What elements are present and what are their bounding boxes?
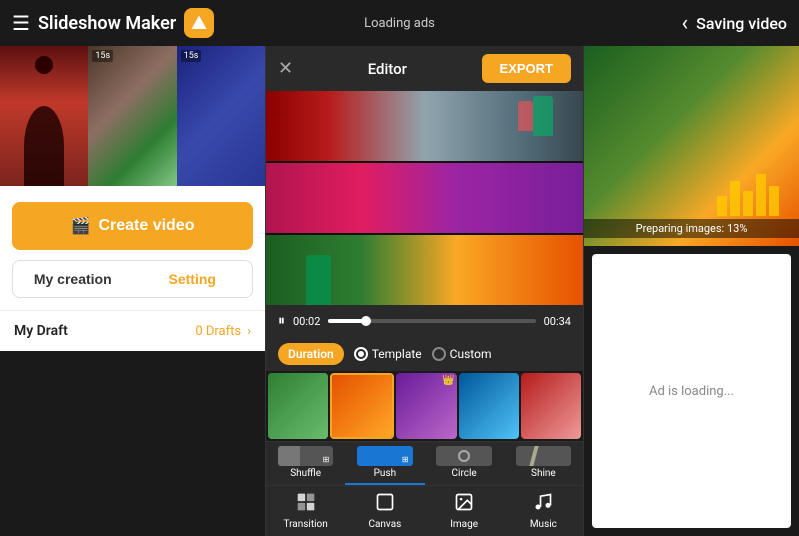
saving-title-text: Saving video: [696, 14, 787, 33]
top-bar-center: Loading ads: [270, 16, 528, 31]
my-draft-label: My Draft: [14, 323, 68, 339]
circle-preview: [436, 446, 491, 466]
image-toolbar-item[interactable]: Image: [425, 486, 504, 536]
bar-chart: [717, 174, 779, 216]
create-video-button[interactable]: 🎬 Create video: [12, 202, 253, 250]
crown-icon: 👑: [442, 375, 454, 386]
app-logo: [184, 8, 214, 38]
canvas-toolbar-item[interactable]: Canvas: [345, 486, 424, 536]
preparing-text: Preparing images: 13%: [584, 219, 799, 238]
strip-thumb-4[interactable]: [459, 373, 519, 439]
ad-container: Ad is loading...: [592, 254, 791, 528]
template-option[interactable]: Template: [354, 347, 422, 361]
image-icon: [454, 492, 474, 517]
ad-loading-text: Ad is loading...: [649, 384, 734, 399]
transition-shine[interactable]: Shine: [504, 442, 583, 485]
draft-row: My Draft 0 Drafts ›: [0, 310, 265, 351]
music-toolbar-item[interactable]: Music: [504, 486, 583, 536]
canvas-toolbar-label: Canvas: [368, 519, 401, 530]
transition-toolbar-item[interactable]: Transition: [266, 486, 345, 536]
chevron-right-icon: ›: [247, 324, 251, 339]
tab-row: My creation Setting: [12, 260, 253, 298]
progress-track[interactable]: [328, 319, 535, 323]
center-panel: ✕ Editor EXPORT: [265, 46, 584, 536]
bottom-toolbar: Transition Canvas Image: [266, 485, 583, 536]
time-total: 00:34: [544, 315, 571, 328]
frame-1: [266, 91, 583, 161]
thumbnail-strip: 👑: [266, 371, 583, 441]
back-arrow-icon[interactable]: ‹: [682, 11, 689, 36]
music-icon: [533, 492, 553, 517]
bar-4: [756, 174, 766, 216]
bar-1: [717, 196, 727, 216]
custom-label: Custom: [450, 347, 492, 361]
main-content: 15s 15s 🎬 Create video My creation Setti…: [0, 46, 799, 536]
app-title: Slideshow Maker: [38, 13, 176, 34]
circle-label: Circle: [452, 468, 477, 479]
create-video-label: Create video: [98, 217, 194, 235]
thumb-2-label: 15s: [92, 50, 113, 62]
editor-header: ✕ Editor EXPORT: [266, 46, 583, 91]
strip-thumb-1[interactable]: [268, 373, 328, 439]
close-button[interactable]: ✕: [278, 58, 293, 79]
my-creation-tab[interactable]: My creation: [13, 261, 133, 297]
music-toolbar-label: Music: [530, 519, 557, 530]
thumbnail-3: 15s: [177, 46, 265, 186]
hamburger-icon[interactable]: ☰: [12, 11, 30, 35]
strip-thumb-3[interactable]: 👑: [396, 373, 456, 439]
strip-thumb-2[interactable]: [330, 373, 394, 439]
bar-3: [743, 191, 753, 216]
transition-toolbar-label: Transition: [283, 519, 327, 530]
shuffle-label: Shuffle: [290, 468, 321, 479]
transition-icon: [296, 492, 316, 517]
transition-types-row: ⊞ Shuffle ⊞ Push Circle Shine: [266, 441, 583, 485]
action-buttons: 🎬 Create video My creation Setting: [0, 186, 265, 310]
right-panel: Preparing images: 13% Ad is loading...: [584, 46, 799, 536]
template-label: Template: [372, 347, 422, 361]
transition-circle[interactable]: Circle: [425, 442, 504, 485]
thumbnail-1: [0, 46, 88, 186]
shine-label: Shine: [531, 468, 556, 479]
time-current: 00:02: [293, 315, 320, 328]
thumbnail-2: 15s: [88, 46, 176, 186]
draft-count[interactable]: 0 Drafts ›: [195, 324, 251, 339]
export-button[interactable]: EXPORT: [482, 54, 571, 83]
duration-badge[interactable]: Duration: [278, 343, 344, 365]
progress-thumb: [361, 316, 371, 326]
film-icon: 🎬: [71, 216, 91, 236]
top-bar-right: ‹ Saving video: [529, 11, 787, 36]
save-thumbnail: Preparing images: 13%: [584, 46, 799, 246]
bar-5: [769, 186, 779, 216]
shuffle-preview: ⊞: [278, 446, 333, 466]
loading-ads-text: Loading ads: [364, 16, 435, 31]
left-panel: 15s 15s 🎬 Create video My creation Setti…: [0, 46, 265, 536]
transition-shuffle[interactable]: ⊞ Shuffle: [266, 442, 345, 485]
video-frames: [266, 91, 583, 305]
image-toolbar-label: Image: [450, 519, 478, 530]
shine-preview: [516, 446, 571, 466]
top-bar-left: ☰ Slideshow Maker: [12, 8, 270, 38]
thumb-3-label: 15s: [181, 50, 202, 62]
push-preview: ⊞: [357, 446, 412, 466]
playback-bar: ⏸ 00:02 00:34: [266, 305, 583, 337]
template-radio[interactable]: [354, 347, 368, 361]
transition-push[interactable]: ⊞ Push: [345, 442, 424, 485]
save-preview: Preparing images: 13%: [584, 46, 799, 246]
push-label: Push: [374, 468, 397, 479]
custom-radio[interactable]: [432, 347, 446, 361]
video-preview: [266, 91, 583, 305]
custom-option[interactable]: Custom: [432, 347, 492, 361]
top-bar: ☰ Slideshow Maker Loading ads ‹ Saving v…: [0, 0, 799, 46]
pause-icon[interactable]: ⏸: [278, 313, 285, 329]
bar-2: [730, 181, 740, 216]
editor-title: Editor: [368, 60, 407, 78]
strip-thumb-5[interactable]: [521, 373, 581, 439]
frame-3: [266, 235, 583, 305]
canvas-icon: [375, 492, 395, 517]
left-thumbnails: 15s 15s: [0, 46, 265, 186]
duration-row: Duration Template Custom: [266, 337, 583, 371]
draft-count-text: 0 Drafts: [195, 324, 241, 339]
setting-tab[interactable]: Setting: [133, 261, 253, 297]
frame-2: [266, 163, 583, 233]
